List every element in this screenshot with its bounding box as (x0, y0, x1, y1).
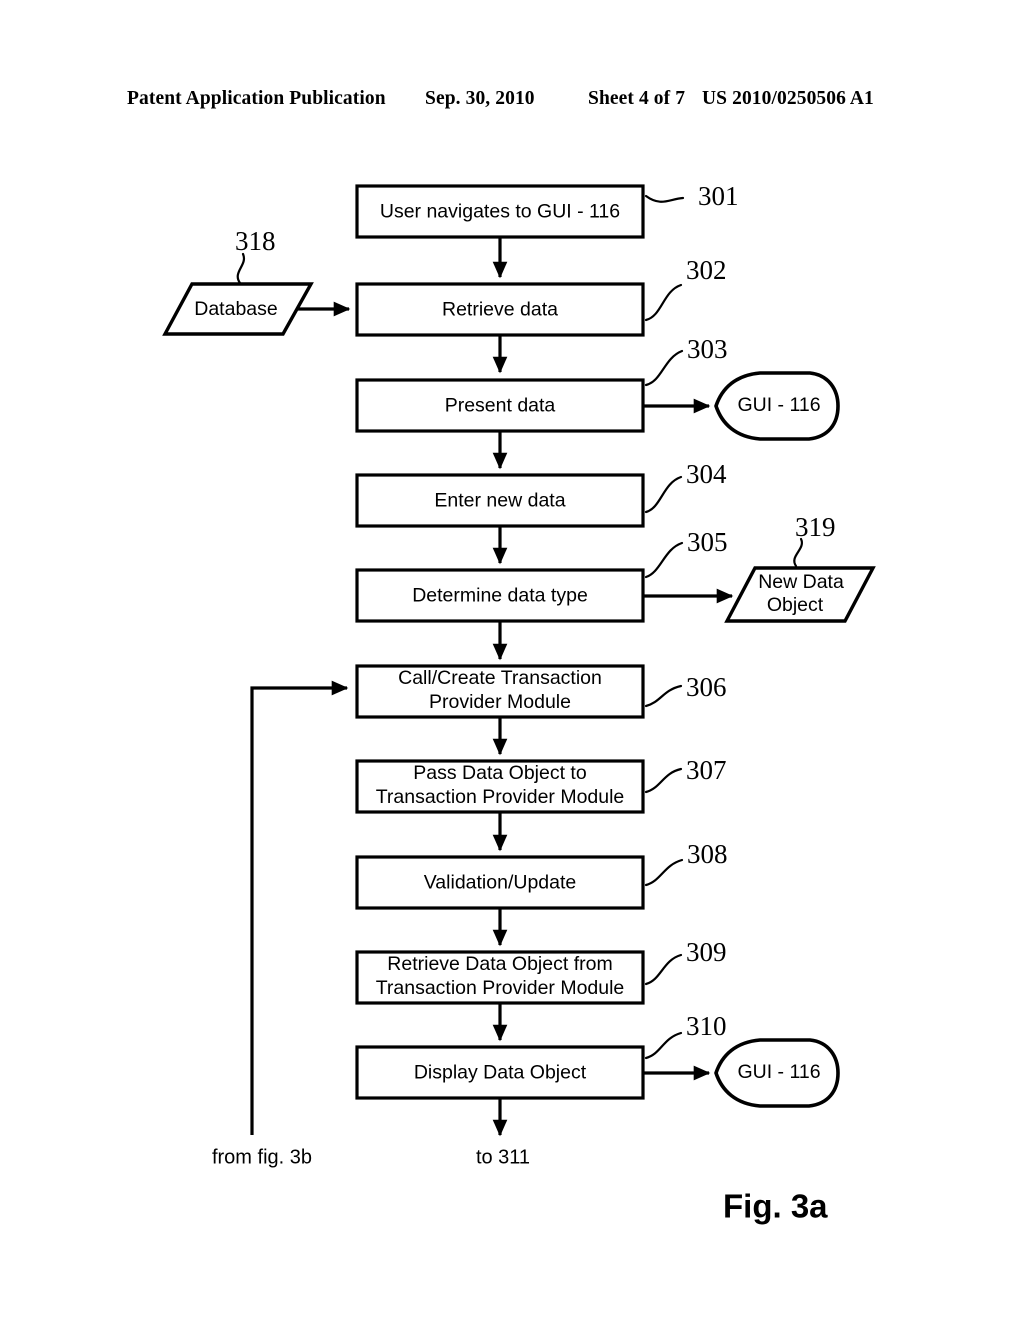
node-gui-top-label: GUI - 116 (737, 394, 820, 416)
ref-number-302: 302 (686, 255, 727, 285)
leader-318 (236, 252, 246, 285)
node-308: Validation/Update (355, 855, 645, 910)
node-304-label: Enter new data (434, 490, 565, 512)
node-303: Present data (355, 378, 645, 433)
node-304: Enter new data (355, 473, 645, 528)
node-305: Determine data type (355, 568, 645, 623)
node-305-label: Determine data type (412, 585, 588, 607)
leader-301 (644, 194, 685, 203)
leader-304 (644, 475, 683, 514)
leader-309 (644, 953, 683, 986)
node-319-label-line1: New Data (758, 571, 844, 593)
node-318-database: Database (162, 282, 314, 336)
flowchart-figure-3a: User navigates to GUI - 116 301 Database… (162, 181, 876, 1225)
node-310: Display Data Object (355, 1045, 645, 1100)
ref-number-307: 307 (686, 755, 727, 785)
leader-303 (644, 349, 684, 387)
ref-number-305: 305 (687, 527, 728, 557)
node-308-label: Validation/Update (424, 872, 577, 894)
leader-319 (793, 537, 804, 568)
leader-308 (644, 858, 684, 887)
leader-305 (644, 541, 684, 579)
node-319-label-line2: Object (767, 594, 824, 616)
node-319-new-data-object: New Data Object (724, 566, 876, 623)
node-306-label-line2: Provider Module (429, 691, 571, 713)
exit-label-to-311: to 311 (476, 1146, 530, 1168)
node-318-label: Database (194, 298, 277, 320)
leader-310 (644, 1031, 683, 1060)
node-307: Pass Data Object to Transaction Provider… (355, 759, 645, 814)
node-307-label-line1: Pass Data Object to (413, 762, 587, 784)
ref-number-303: 303 (687, 334, 728, 364)
node-302: Retrieve data (355, 282, 645, 337)
node-gui-bottom-label: GUI - 116 (737, 1061, 820, 1083)
ref-number-310: 310 (686, 1011, 727, 1041)
leader-306 (644, 684, 683, 708)
ref-number-308: 308 (687, 839, 728, 869)
ref-number-319: 319 (795, 512, 836, 542)
node-309: Retrieve Data Object from Transaction Pr… (355, 950, 645, 1005)
node-307-label-line2: Transaction Provider Module (376, 786, 625, 808)
ref-number-304: 304 (686, 459, 727, 489)
ref-number-301: 301 (698, 181, 739, 211)
ref-number-318: 318 (235, 226, 276, 256)
node-309-label-line1: Retrieve Data Object from (387, 953, 612, 975)
leader-302 (644, 283, 683, 322)
node-gui-bottom: GUI - 116 (714, 1038, 840, 1108)
node-306: Call/Create Transaction Provider Module (355, 664, 645, 719)
leader-307 (644, 767, 683, 794)
node-306-label-line1: Call/Create Transaction (398, 667, 602, 689)
flow-from-fig3b-to-306 (250, 680, 349, 1135)
node-310-label: Display Data Object (414, 1062, 587, 1084)
ref-number-306: 306 (686, 672, 727, 702)
node-309-label-line2: Transaction Provider Module (376, 977, 625, 999)
node-301-label: User navigates to GUI - 116 (380, 201, 620, 223)
node-301: User navigates to GUI - 116 (355, 184, 645, 239)
ref-number-309: 309 (686, 937, 727, 967)
figure-caption: Fig. 3a (723, 1188, 828, 1225)
node-303-label: Present data (445, 395, 556, 417)
entry-label-from-fig-3b: from fig. 3b (212, 1146, 312, 1168)
node-302-label: Retrieve data (442, 299, 558, 321)
node-gui-top: GUI - 116 (714, 371, 840, 441)
